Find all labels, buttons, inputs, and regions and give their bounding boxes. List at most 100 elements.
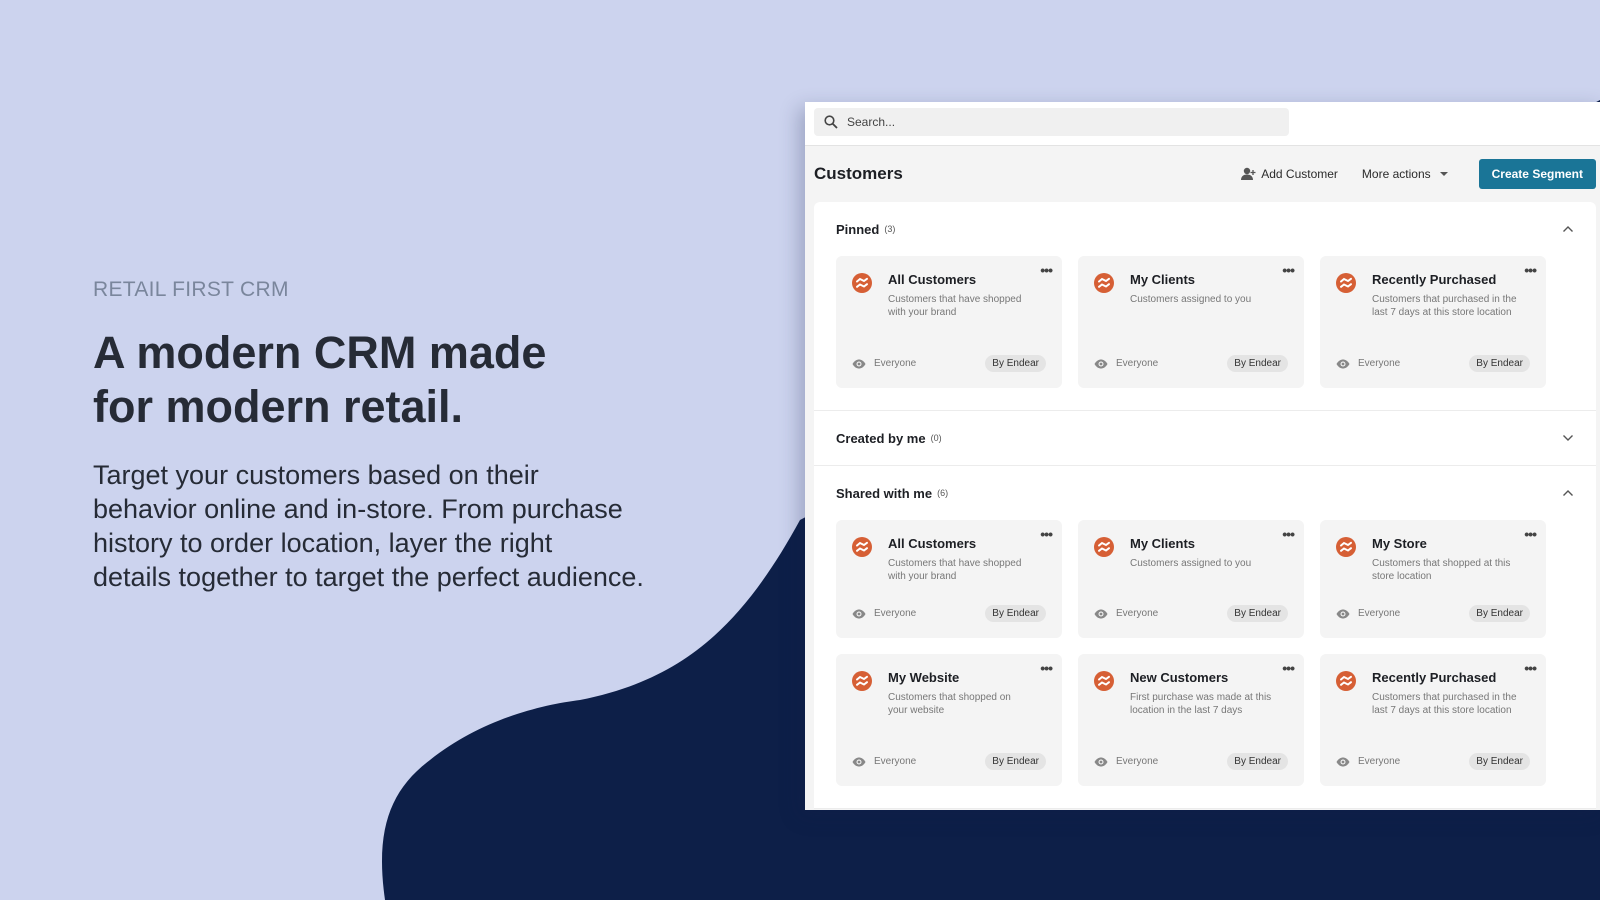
eye-icon	[1094, 359, 1108, 368]
segment-logo-icon	[852, 273, 872, 293]
visibility-label: Everyone	[1116, 358, 1159, 369]
visibility-label: Everyone	[874, 756, 917, 767]
search-box[interactable]	[814, 108, 1289, 136]
visibility-label: Everyone	[874, 358, 917, 369]
owner-badge: By Endear	[1469, 355, 1530, 372]
owner-badge: By Endear	[1227, 753, 1288, 770]
visibility-label: Everyone	[1358, 358, 1401, 369]
section-title: Created by me	[836, 430, 926, 446]
segment-description: Customers that shopped at this store loc…	[1372, 558, 1511, 582]
headline-line: A modern CRM made	[93, 327, 547, 378]
segment-card[interactable]: Recently Purchased Customers that purcha…	[1320, 256, 1546, 388]
segment-title: All Customers	[888, 536, 977, 551]
eye-icon	[1336, 359, 1350, 368]
segment-description: Customers that have shopped with your br…	[888, 558, 1022, 582]
segment-card[interactable]: My Clients Customers assigned to you •••…	[1078, 520, 1304, 638]
more-options-icon[interactable]: •••	[1282, 262, 1295, 278]
chevron-down-icon[interactable]	[1562, 434, 1574, 442]
more-options-icon[interactable]: •••	[1282, 526, 1295, 542]
more-options-icon[interactable]: •••	[1040, 262, 1053, 278]
caret-down-icon	[1439, 172, 1448, 176]
segment-title: My Clients	[1130, 536, 1196, 551]
body-line: details together to target the perfect a…	[93, 562, 644, 592]
section-header[interactable]: Shared with me (6)	[836, 466, 1574, 520]
add-customer-button[interactable]: Add Customer	[1241, 167, 1338, 181]
section-title: Shared with me	[836, 485, 933, 501]
headline: A modern CRM made for modern retail.	[93, 326, 733, 434]
eye-icon	[852, 359, 866, 368]
segment-title: Recently Purchased	[1372, 272, 1497, 287]
add-user-icon	[1241, 167, 1256, 180]
segment-title: My Clients	[1130, 272, 1196, 287]
owner-badge: By Endear	[985, 355, 1046, 372]
eye-icon	[1094, 757, 1108, 766]
section-header[interactable]: Created by me (0)	[836, 411, 1574, 465]
more-options-icon[interactable]: •••	[1040, 660, 1053, 676]
owner-badge: By Endear	[985, 605, 1046, 622]
segment-title: My Store	[1372, 536, 1427, 551]
section-pinned: Pinned (3) All Customers Customers that h…	[814, 202, 1596, 411]
segment-description: Customers assigned to you	[1130, 294, 1252, 305]
section-count: (0)	[930, 433, 942, 443]
visibility-label: Everyone	[1358, 756, 1401, 767]
segment-logo-icon	[852, 537, 872, 557]
hero-section: RETAIL FIRST CRM A modern CRM made for m…	[93, 278, 733, 594]
visibility-label: Everyone	[874, 608, 917, 619]
segment-logo-icon	[1094, 537, 1114, 557]
section-header[interactable]: Pinned (3)	[836, 202, 1574, 256]
owner-badge: By Endear	[1227, 355, 1288, 372]
body-copy: Target your customers based on their beh…	[93, 458, 733, 594]
owner-badge: By Endear	[1227, 605, 1288, 622]
segment-card[interactable]: My Store Customers that shopped at this …	[1320, 520, 1546, 638]
page-header: Customers Add Customer More actions Crea…	[805, 146, 1600, 202]
section-shared-with-me: Shared with me (6) All Customers Customer…	[814, 466, 1596, 809]
segment-title: All Customers	[888, 272, 977, 287]
segment-title: My Website	[888, 670, 960, 685]
chevron-up-icon[interactable]	[1562, 489, 1574, 497]
body-line: history to order location, layer the rig…	[93, 528, 553, 558]
eye-icon	[1336, 609, 1350, 618]
eye-icon	[852, 609, 866, 618]
app-window: Customers Add Customer More actions Crea…	[805, 102, 1600, 810]
segment-logo-icon	[852, 671, 872, 691]
section-title: Pinned	[836, 221, 880, 237]
segment-card[interactable]: Recently Purchased Customers that purcha…	[1320, 654, 1546, 786]
top-bar	[805, 102, 1600, 146]
more-options-icon[interactable]: •••	[1282, 660, 1295, 676]
add-customer-label: Add Customer	[1261, 167, 1338, 181]
section-count: (3)	[884, 224, 896, 234]
eye-icon	[1094, 609, 1108, 618]
segment-description: Customers assigned to you	[1130, 558, 1252, 569]
visibility-label: Everyone	[1116, 608, 1159, 619]
owner-badge: By Endear	[1469, 753, 1530, 770]
segment-title: Recently Purchased	[1372, 670, 1497, 685]
segment-logo-icon	[1094, 671, 1114, 691]
chevron-up-icon[interactable]	[1562, 225, 1574, 233]
search-icon	[824, 115, 838, 129]
body-line: Target your customers based on their	[93, 460, 539, 490]
eye-icon	[852, 757, 866, 766]
segment-title: New Customers	[1130, 670, 1229, 685]
segment-card[interactable]: All Customers Customers that have shoppe…	[836, 256, 1062, 388]
segment-logo-icon	[1336, 273, 1356, 293]
section-created-by-me: Created by me (0)	[814, 411, 1596, 466]
segment-card[interactable]: New Customers First purchase was made at…	[1078, 654, 1304, 786]
create-segment-button[interactable]: Create Segment	[1478, 159, 1596, 189]
more-options-icon[interactable]: •••	[1524, 526, 1537, 542]
more-options-icon[interactable]: •••	[1524, 660, 1537, 676]
segment-card[interactable]: My Clients Customers assigned to you •••…	[1078, 256, 1304, 388]
more-options-icon[interactable]: •••	[1040, 526, 1053, 542]
segment-logo-icon	[1336, 537, 1356, 557]
eyebrow-label: RETAIL FIRST CRM	[93, 278, 289, 301]
section-count: (6)	[937, 488, 949, 498]
segment-description: Customers that purchased in the last 7 d…	[1372, 692, 1517, 716]
segment-logo-icon	[1336, 671, 1356, 691]
more-actions-label: More actions	[1361, 167, 1431, 181]
more-actions-dropdown[interactable]: More actions	[1362, 167, 1455, 181]
search-input[interactable]	[847, 115, 1267, 129]
more-options-icon[interactable]: •••	[1524, 262, 1537, 278]
segment-card[interactable]: All Customers Customers that have shoppe…	[836, 520, 1062, 638]
segment-grid: All Customers Customers that have shoppe…	[836, 256, 1574, 410]
segment-card[interactable]: My Website Customers that shopped on you…	[836, 654, 1062, 786]
eye-icon	[1336, 757, 1350, 766]
